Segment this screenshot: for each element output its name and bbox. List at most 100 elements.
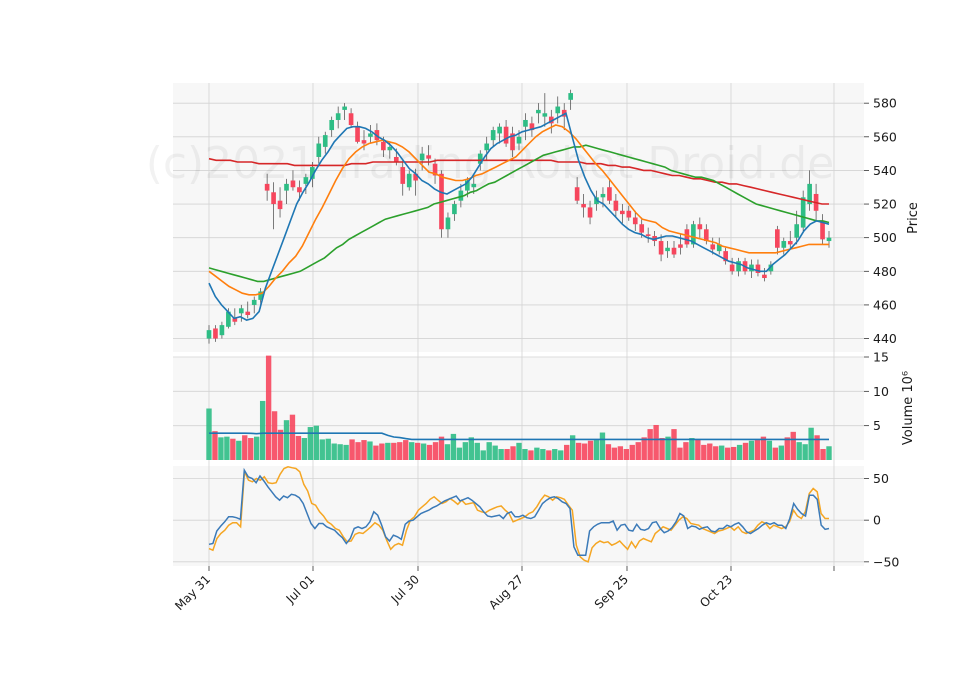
volume-bar [444,444,451,460]
volume-bar [766,440,773,460]
volume-bar [486,442,492,460]
candle-body [800,197,806,228]
volume-bar [492,445,498,460]
candle-body [368,133,373,137]
volume-bar [623,449,629,460]
volume-bar [510,446,516,460]
volume-bar [724,447,731,460]
volume-bar [230,438,236,460]
volume-bar [379,443,385,460]
candle-body [329,119,335,131]
watermark: (c)2021 Trading Robot Droid.de [146,138,835,189]
volume-bar [587,440,594,460]
volume-bar [796,442,802,460]
volume-bar [647,429,653,460]
volume-bar [742,442,749,460]
volume-bar [337,444,343,460]
volume-bar [355,442,361,460]
candle-body [775,229,780,248]
volume-bar [456,447,463,460]
volume-bar [397,442,403,460]
volume-bar [432,442,439,460]
volume-bar [301,438,308,460]
volume-bar [373,445,379,460]
volume-bar [581,443,588,460]
candle-body [626,210,632,218]
candle-body [542,113,548,117]
candle-body [632,217,638,225]
candle-body [781,241,787,248]
y-tick-label: 50 [873,471,889,486]
volume-bar [498,449,504,460]
volume-bar [516,442,522,460]
y-tick-label: 560 [873,129,897,144]
price-panel-background [173,83,864,352]
volume-bar [349,439,355,460]
y-tick-label: 540 [873,163,897,178]
volume-bar [754,440,761,460]
volume-bar [778,445,784,460]
y-tick-label: 500 [873,230,897,245]
volume-bar [552,449,558,460]
volume-bar [540,449,546,460]
candle-body [342,106,347,110]
volume-bar [736,444,743,460]
volume-bar [343,444,349,460]
volume-bar [564,444,570,460]
volume-bar [259,400,266,460]
volume-bar [212,431,218,460]
x-tick-label: May 31 [172,572,213,613]
candle-body [355,126,360,142]
volume-bar [707,443,713,460]
candle-body [406,173,412,188]
volume-bar [653,424,659,460]
volume-bar [689,438,695,460]
volume-bar [772,447,779,460]
candle-body [348,113,354,126]
volume-bar [605,444,612,460]
volume-bar [265,355,272,460]
candle-body [645,234,651,236]
x-tick-label: Jul 30 [388,572,422,606]
volume-bar [784,437,790,460]
candle-body [445,217,451,230]
candle-body [658,241,664,255]
candle-body [245,311,251,316]
candle-body [536,109,541,114]
candle-body [762,274,767,279]
volume-bar [450,433,457,460]
candle-body [620,210,625,215]
candle-body [277,200,283,210]
volume-bar [295,435,302,460]
volume-bar [283,420,290,460]
volume-bar [414,442,421,460]
volume-bar [236,440,242,460]
candle-body [381,141,386,151]
y-tick-label: −50 [873,554,899,569]
volume-bar [367,441,373,460]
candle-body [639,224,645,233]
volume-bar [331,443,337,460]
volume-bar [271,411,278,460]
candle-body [613,200,619,211]
volume-bar [575,442,582,460]
volume-bar [474,442,480,460]
candle-body [271,192,276,205]
candle-body [516,136,522,144]
volume-bar [254,436,260,460]
volume-bar [808,427,814,460]
volume-bar [683,442,689,460]
volume-bar [385,442,391,460]
y-tick-label: 5 [873,418,881,433]
volume-bar [546,450,552,460]
volume-bar [635,442,641,460]
volume-bar [719,445,725,460]
volume-bar [319,439,325,460]
volume-bar [361,440,367,460]
volume-bar [677,447,683,460]
candle-body [555,106,561,114]
candle-body [523,119,528,127]
candle-body [219,325,225,336]
candle-body [568,93,573,100]
volume-bar [528,450,534,460]
